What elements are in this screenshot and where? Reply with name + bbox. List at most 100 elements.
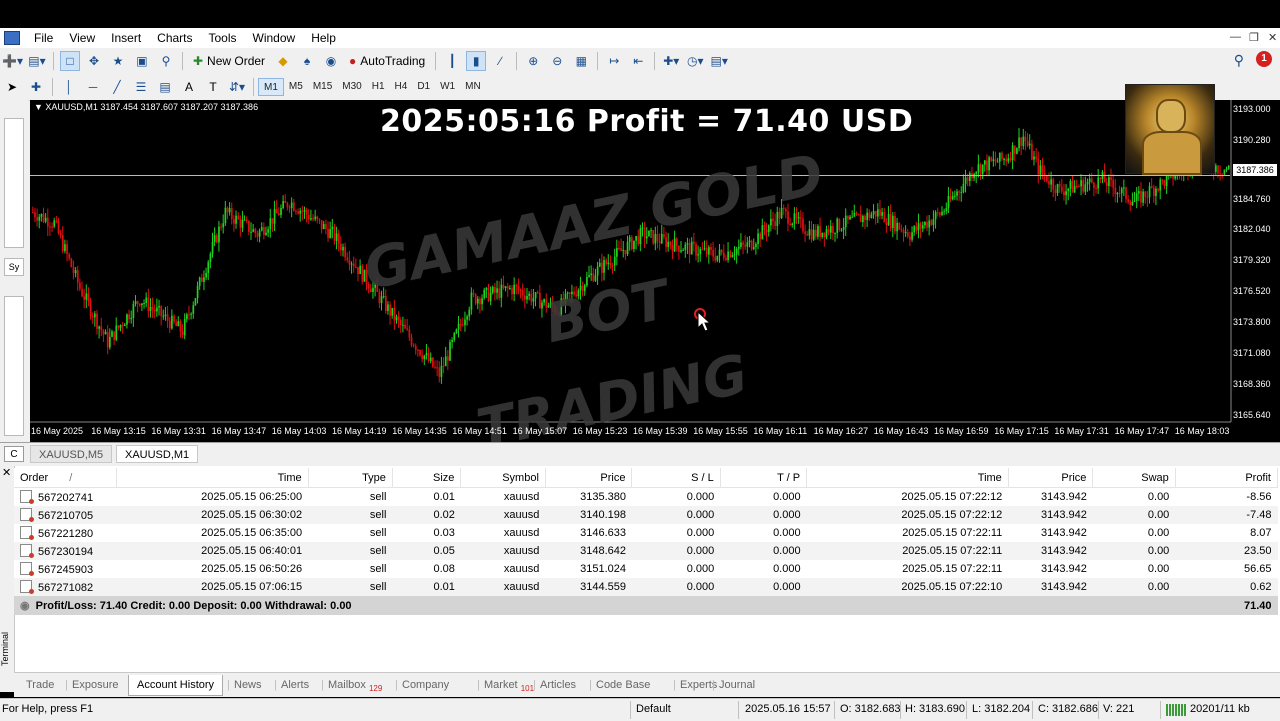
tab-market[interactable]: Market 101	[484, 677, 534, 693]
navigator-icon[interactable]: ★	[108, 51, 128, 71]
candle-body	[836, 218, 839, 233]
data-window-icon[interactable]: ✥	[84, 51, 104, 71]
table-row[interactable]: 567210705 2025.05.15 06:30:02 sell 0.02 xauu…	[14, 506, 1278, 524]
profiles-icon[interactable]: ▤▾	[27, 51, 47, 71]
close-icon[interactable]: ✕	[2, 466, 11, 479]
chart-tab-xauusd-m1[interactable]: XAUUSD,M1	[116, 445, 199, 463]
vps-icon[interactable]: ◉	[321, 51, 341, 71]
header-order[interactable]: Order /	[14, 468, 117, 488]
metaeditor-icon[interactable]: ◆	[273, 51, 293, 71]
trendline-icon[interactable]: ╱	[107, 77, 127, 97]
zoom-out-icon[interactable]: ⊖	[547, 51, 567, 71]
terminal-toggle[interactable]: C	[4, 446, 24, 462]
header-open-time[interactable]: Time	[116, 468, 309, 488]
chart-tab-xauusd-m5[interactable]: XAUUSD,M5	[30, 445, 113, 463]
timeframe-m5[interactable]: M5	[284, 78, 308, 96]
tile-windows-icon[interactable]: ▦	[571, 51, 591, 71]
navigator-panel-collapsed[interactable]	[4, 296, 24, 436]
line-chart-icon[interactable]: ∕	[490, 51, 510, 71]
timeframe-h1[interactable]: H1	[367, 78, 390, 96]
autotrading-button[interactable]: ● AutoTrading	[345, 51, 429, 71]
candle-body	[442, 365, 445, 367]
arrows-icon[interactable]: ⇵▾	[227, 77, 247, 97]
header-close-price[interactable]: Price	[1008, 468, 1094, 488]
candle-body	[455, 329, 458, 333]
timeframe-w1[interactable]: W1	[435, 78, 460, 96]
restore-icon[interactable]: ❐	[1249, 31, 1259, 44]
timeframe-m15[interactable]: M15	[308, 78, 337, 96]
table-row[interactable]: 567271082 2025.05.15 07:06:15 sell 0.01 xauu…	[14, 578, 1278, 596]
tab-exposure[interactable]: Exposure	[72, 677, 118, 693]
timeframe-h4[interactable]: H4	[390, 78, 413, 96]
candlestick-icon[interactable]: ▮	[466, 51, 487, 71]
menu-view[interactable]: View	[61, 28, 103, 48]
new-order-button[interactable]: ✚ New Order	[189, 51, 269, 71]
table-row[interactable]: 567221280 2025.05.15 06:35:00 sell 0.03 xauu…	[14, 524, 1278, 542]
strategy-tester-icon[interactable]: ⚲	[156, 51, 176, 71]
tab-articles[interactable]: Articles	[540, 677, 576, 693]
terminal-icon[interactable]: ▣	[132, 51, 152, 71]
text-icon[interactable]: A	[179, 77, 199, 97]
header-tp[interactable]: T / P	[720, 468, 808, 488]
cursor-icon[interactable]: ➤	[2, 77, 22, 97]
tab-account-history[interactable]: Account History	[128, 675, 224, 696]
candle-body	[1148, 186, 1151, 198]
timeframe-mn[interactable]: MN	[460, 78, 486, 96]
minimize-icon[interactable]: —	[1230, 31, 1241, 43]
header-symbol[interactable]: Symbol	[460, 468, 546, 488]
timeframe-m30[interactable]: M30	[337, 78, 366, 96]
order-id: 567245903	[38, 564, 94, 576]
notification-badge[interactable]: 1	[1256, 51, 1272, 67]
tab-journal[interactable]: Journal	[719, 677, 755, 693]
fibonacci-icon[interactable]: ▤	[155, 77, 175, 97]
header-swap[interactable]: Swap	[1092, 468, 1176, 488]
header-type[interactable]: Type	[308, 468, 393, 488]
timeframe-d1[interactable]: D1	[412, 78, 435, 96]
table-row[interactable]: 567202741 2025.05.15 06:25:00 sell 0.01 xauu…	[14, 487, 1278, 506]
menu-insert[interactable]: Insert	[103, 28, 149, 48]
table-cell: 2025.05.15 07:06:15	[116, 578, 309, 596]
header-sl[interactable]: S / L	[631, 468, 721, 488]
bar-chart-icon[interactable]: ┃	[442, 51, 462, 71]
menu-file[interactable]: File	[26, 28, 61, 48]
header-close-time[interactable]: Time	[806, 468, 1009, 488]
search-icon[interactable]: ⚲	[1234, 52, 1244, 69]
chart-shift-icon[interactable]: ⇤	[628, 51, 648, 71]
tab-news[interactable]: News	[234, 677, 262, 693]
menu-window[interactable]: Window	[245, 28, 304, 48]
timeframe-m1[interactable]: M1	[258, 78, 284, 96]
header-open-price[interactable]: Price	[545, 468, 633, 488]
header-profit[interactable]: Profit	[1175, 468, 1279, 488]
table-row[interactable]: 567230194 2025.05.15 06:40:01 sell 0.05 xauu…	[14, 542, 1278, 560]
tab-code-base[interactable]: Code Base	[596, 677, 650, 693]
close-icon[interactable]: ✕	[1268, 31, 1277, 44]
horizontal-line-icon[interactable]: ─	[83, 77, 103, 97]
market-watch-icon[interactable]: □	[59, 51, 80, 71]
menu-charts[interactable]: Charts	[149, 28, 200, 48]
periods-icon[interactable]: ◷▾	[685, 51, 705, 71]
table-cell: 0.01	[392, 578, 461, 596]
zoom-in-icon[interactable]: ⊕	[523, 51, 543, 71]
candle-body	[834, 232, 836, 234]
symbols-tab[interactable]: Sy	[4, 258, 24, 276]
templates-icon[interactable]: ▤▾	[709, 51, 729, 71]
signals-icon[interactable]: ♠	[297, 51, 317, 71]
new-chart-icon[interactable]: ➕▾	[2, 51, 23, 71]
market-watch-panel-collapsed[interactable]	[4, 118, 24, 248]
table-row[interactable]: 567245903 2025.05.15 06:50:26 sell 0.08 xauu…	[14, 560, 1278, 578]
tab-mailbox[interactable]: Mailbox 129	[328, 677, 382, 693]
tab-trade[interactable]: Trade	[26, 677, 54, 693]
menu-help[interactable]: Help	[303, 28, 344, 48]
vertical-line-icon[interactable]: │	[59, 77, 79, 97]
crosshair-icon[interactable]: ✚	[26, 77, 46, 97]
auto-scroll-icon[interactable]: ↦	[604, 51, 624, 71]
indicators-icon[interactable]: ✚▾	[661, 51, 681, 71]
text-label-icon[interactable]: T	[203, 77, 223, 97]
header-size[interactable]: Size	[392, 468, 462, 488]
menu-tools[interactable]: Tools	[201, 28, 245, 48]
price-chart[interactable]: GAMAAZ GOLD BOT TRADING ▼ XAUUSD,M1 3187…	[30, 84, 1280, 461]
tab-company[interactable]: Company	[402, 677, 449, 693]
channel-icon[interactable]: ☰	[131, 77, 151, 97]
tab-alerts[interactable]: Alerts	[281, 677, 309, 693]
candle-body	[173, 315, 175, 323]
